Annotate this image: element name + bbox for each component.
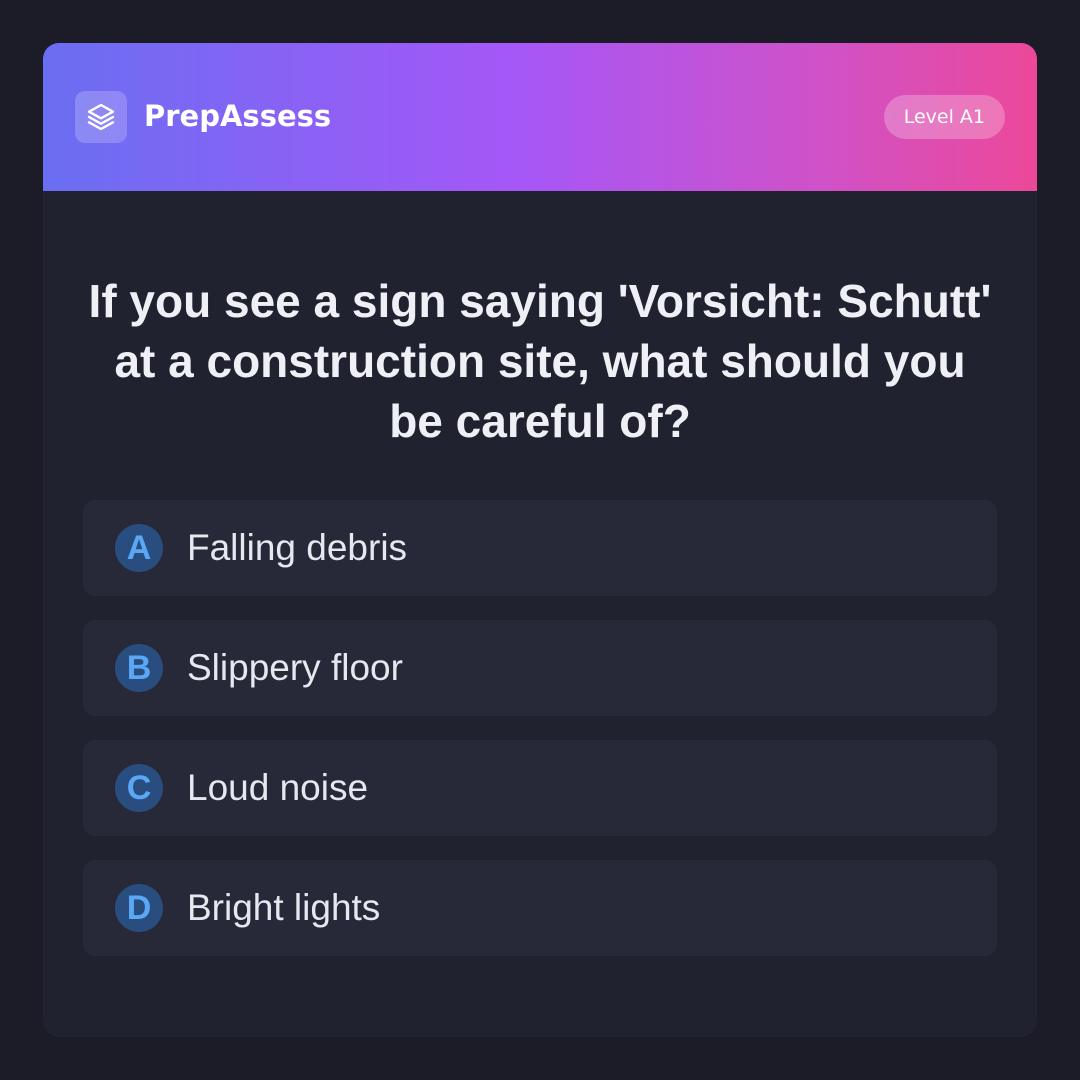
option-c[interactable]: C Loud noise [83, 740, 997, 836]
option-label: Falling debris [187, 527, 408, 568]
quiz-header: PrepAssess Level A1 [43, 43, 1037, 191]
option-d[interactable]: D Bright lights [83, 860, 997, 956]
option-letter: C [115, 764, 163, 812]
option-b[interactable]: B Slippery floor [83, 620, 997, 716]
option-letter: B [115, 644, 163, 692]
option-label: Loud noise [187, 767, 369, 808]
app-logo [75, 91, 127, 143]
layers-icon [87, 103, 115, 131]
option-a[interactable]: A Falling debris [83, 500, 997, 596]
question-text: If you see a sign saying 'Vorsicht: Schu… [88, 275, 992, 447]
level-badge: Level A1 [883, 95, 1005, 139]
quiz-card: PrepAssess Level A1 If you see a sign sa… [43, 43, 1037, 1037]
option-label: Slippery floor [187, 647, 403, 688]
option-label: Bright lights [187, 887, 381, 928]
brand-name: PrepAssess [144, 99, 332, 133]
answer-options: A Falling debris B Slippery floor C Loud… [83, 500, 997, 980]
option-letter: D [115, 884, 163, 932]
option-letter: A [115, 524, 163, 572]
